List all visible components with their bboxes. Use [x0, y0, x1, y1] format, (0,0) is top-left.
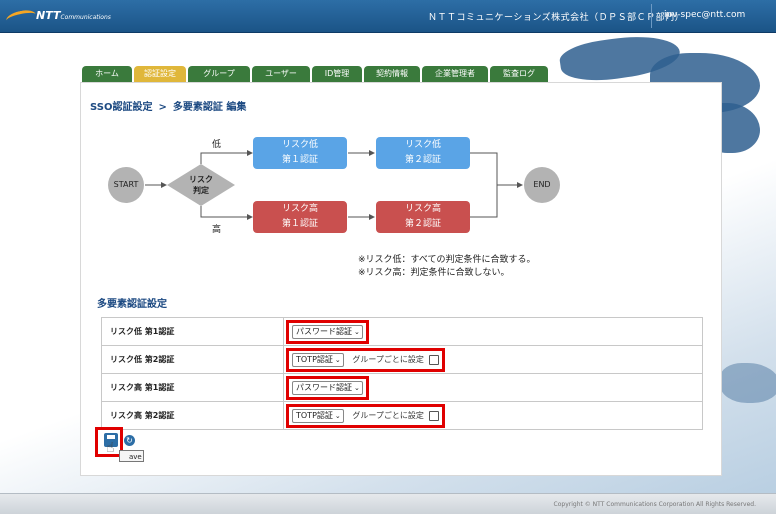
- node-label: 第１認証: [281, 155, 318, 165]
- per-group-checkbox[interactable]: [429, 354, 440, 365]
- node-label: リスク低: [281, 140, 318, 150]
- row-label: リスク低 第2認証: [101, 345, 284, 374]
- row-label: リスク低 第1認証: [101, 317, 284, 346]
- node-label: リスク高: [404, 204, 441, 214]
- node-label: 第２認証: [404, 155, 441, 165]
- end-node: END: [524, 167, 560, 203]
- high-risk-first-auth-node: リスク高第１認証: [253, 201, 347, 233]
- high-risk-second-auth-node: リスク高第２認証: [376, 201, 470, 233]
- low-branch-label: 低: [212, 140, 222, 150]
- high-risk-second-auth-select[interactable]: TOTP認証 ⌄: [292, 408, 344, 423]
- highlight-box: パスワード認証 ⌄: [286, 319, 369, 344]
- table-row: リスク高 第1認証 パスワード認証 ⌄: [101, 373, 703, 402]
- note-high-risk: ※リスク高：判定条件に合致しない。: [358, 268, 510, 278]
- decision-label-2: 判定: [193, 186, 209, 195]
- high-risk-first-auth-select[interactable]: パスワード認証 ⌄: [292, 380, 363, 395]
- table-row: リスク低 第1認証 パスワード認証 ⌄: [101, 317, 703, 346]
- chevron-down-icon: ⌄: [334, 411, 341, 420]
- note-low-risk: ※リスク低：すべての判定条件に合致する。: [358, 255, 536, 265]
- decision-label-1: リスク: [189, 175, 213, 184]
- row-value-cell: パスワード認証 ⌄: [283, 373, 703, 402]
- highlight-box: TOTP認証 ⌄ グループごとに設定: [286, 347, 446, 372]
- save-tooltip: ave: [119, 450, 144, 462]
- row-label: リスク高 第1認証: [101, 373, 284, 402]
- low-risk-second-auth-node: リスク低第２認証: [376, 137, 470, 169]
- node-label: 第２認証: [404, 219, 441, 229]
- per-group-label: グループごとに設定: [352, 411, 424, 420]
- chevron-down-icon: ⌄: [334, 355, 341, 364]
- table-row: リスク低 第2認証 TOTP認証 ⌄ グループごとに設定: [101, 345, 703, 374]
- per-group-checkbox[interactable]: [429, 410, 440, 421]
- low-risk-first-auth-select[interactable]: パスワード認証 ⌄: [292, 324, 363, 339]
- mfa-settings-table: リスク低 第1認証 パスワード認証 ⌄ リスク低 第2認証 TOTP認証 ⌄ グルー…: [101, 317, 703, 430]
- select-value: TOTP認証: [296, 410, 333, 420]
- low-risk-first-auth-node: リスク低第１認証: [253, 137, 347, 169]
- refresh-icon[interactable]: ↻: [124, 435, 135, 446]
- footer: Copyright © NTT Communications Corporati…: [0, 493, 776, 514]
- highlight-box: パスワード認証 ⌄: [286, 375, 369, 400]
- hand-cursor-icon: ☝: [106, 440, 115, 456]
- node-label: 第１認証: [281, 219, 318, 229]
- low-risk-second-auth-select[interactable]: TOTP認証 ⌄: [292, 352, 344, 367]
- row-value-cell: TOTP認証 ⌄ グループごとに設定: [283, 345, 703, 374]
- node-label: リスク低: [404, 140, 441, 150]
- high-branch-label: 高: [212, 225, 222, 235]
- node-label: リスク高: [281, 204, 318, 214]
- chevron-down-icon: ⌄: [354, 383, 360, 392]
- chevron-down-icon: ⌄: [354, 327, 360, 336]
- select-value: パスワード認証: [296, 382, 352, 392]
- table-row: リスク高 第2認証 TOTP認証 ⌄ グループごとに設定: [101, 401, 703, 430]
- risk-decision-node: リスク 判定: [167, 164, 235, 206]
- select-value: TOTP認証: [296, 354, 333, 364]
- copyright-text: Copyright © NTT Communications Corporati…: [553, 501, 756, 508]
- highlight-box: TOTP認証 ⌄ グループごとに設定: [286, 403, 446, 428]
- section-title: 多要素認証設定: [97, 299, 167, 310]
- row-label: リスク高 第2認証: [101, 401, 284, 430]
- row-value-cell: パスワード認証 ⌄: [283, 317, 703, 346]
- select-value: パスワード認証: [296, 326, 352, 336]
- start-node: START: [108, 167, 144, 203]
- row-value-cell: TOTP認証 ⌄ グループごとに設定: [283, 401, 703, 430]
- per-group-label: グループごとに設定: [352, 355, 424, 364]
